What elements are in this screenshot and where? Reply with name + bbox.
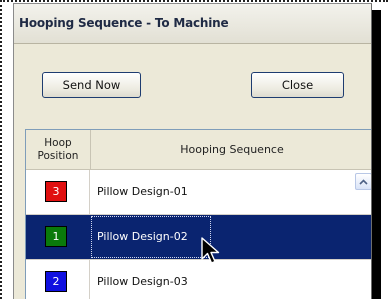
column-header-hooping-sequence[interactable]: Hooping Sequence xyxy=(91,130,371,169)
mouse-pointer-icon xyxy=(201,237,220,264)
dialog-title: Hooping Sequence - To Machine xyxy=(19,16,229,30)
design-name: Pillow Design-02 xyxy=(97,230,188,243)
hoop-position-cell: 1 xyxy=(26,215,90,259)
table-row-selected[interactable]: 1 Pillow Design-02 xyxy=(26,215,371,260)
table-row[interactable]: 2 Pillow Design-03 xyxy=(26,260,371,299)
chevron-up-icon xyxy=(359,178,368,185)
hooping-sequence-dialog: Hooping Sequence - To Machine Send Now C… xyxy=(13,3,372,299)
hoop-position-badge: 2 xyxy=(45,271,67,292)
hoop-position-badge: 3 xyxy=(45,181,67,202)
dotted-frame-left xyxy=(0,0,2,299)
hoop-position-cell: 2 xyxy=(26,260,90,299)
send-now-button[interactable]: Send Now xyxy=(42,72,141,98)
grid-header: Hoop Position Hooping Sequence xyxy=(26,130,371,170)
dialog-titlebar[interactable]: Hooping Sequence - To Machine xyxy=(14,4,371,44)
column-header-hoop-position[interactable]: Hoop Position xyxy=(26,130,91,169)
scroll-up-arrow-icon[interactable] xyxy=(355,173,371,190)
table-row[interactable]: 3 Pillow Design-01 xyxy=(26,170,371,215)
design-name: Pillow Design-03 xyxy=(97,275,188,288)
hoop-position-cell: 3 xyxy=(26,170,90,214)
design-name: Pillow Design-01 xyxy=(97,185,188,198)
hooping-sequence-grid: Hoop Position Hooping Sequence 3 Pillow … xyxy=(25,129,371,299)
close-button[interactable]: Close xyxy=(251,72,344,98)
dialog-shadow xyxy=(372,10,381,299)
hoop-position-badge: 1 xyxy=(45,226,67,247)
dotted-frame-top xyxy=(0,0,388,2)
